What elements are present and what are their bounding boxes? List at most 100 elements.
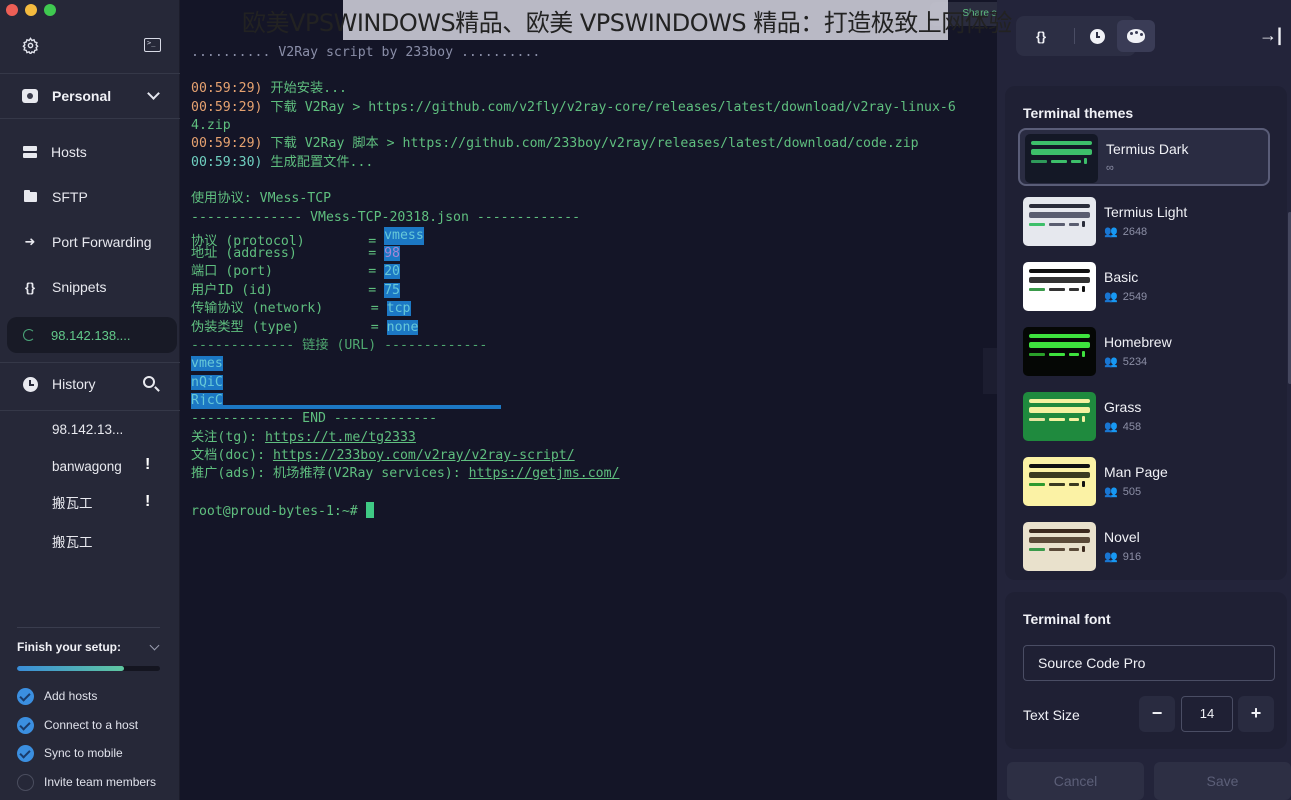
gear-icon[interactable] <box>22 37 39 54</box>
minimize-window-button[interactable] <box>25 4 37 16</box>
sidebar-item-hosts[interactable]: Hosts <box>0 140 180 164</box>
terminal-line: ------------- END ------------- <box>191 411 438 426</box>
clock-icon <box>1089 28 1105 44</box>
log-text: 4.zip <box>191 118 231 133</box>
font-card: Terminal font Source Code Pro Text Size … <box>1005 592 1287 749</box>
link-line: 文档(doc): https://233boy.com/v2ray/v2ray-… <box>191 447 575 465</box>
folder-icon <box>24 190 37 202</box>
terminal-output[interactable]: Share session .......... V2Ray script by… <box>180 0 1058 800</box>
timestamp: 00:59:30) <box>191 155 263 170</box>
debian-icon <box>23 329 35 341</box>
history-item[interactable]: 98.142.13... <box>52 420 172 440</box>
terminal-line: -------------- VMess-TCP-20318.json ----… <box>191 210 581 225</box>
setup-item[interactable]: Sync to mobile <box>17 744 123 762</box>
new-terminal-icon[interactable]: >_ <box>144 38 161 52</box>
theme-option[interactable]: Termius Light 👥 2648 <box>1018 193 1270 251</box>
config-line: 地址 (address) = 98 <box>191 245 400 263</box>
theme-user-count: ∞ <box>1106 162 1114 174</box>
theme-option[interactable]: Basic 👥 2549 <box>1018 258 1270 316</box>
config-line: 传输协议 (network) = tcp <box>191 300 411 318</box>
theme-preview <box>1023 457 1096 506</box>
config-key: 端口 (port) = <box>191 264 385 279</box>
setup-item[interactable]: Connect to a host <box>17 716 138 734</box>
palette-icon <box>1127 29 1145 43</box>
theme-name: Novel <box>1104 529 1140 545</box>
snippets-icon: {} <box>1035 28 1047 44</box>
theme-option[interactable]: Man Page 👥 505 <box>1018 453 1270 511</box>
vault-selector[interactable]: Personal <box>0 84 180 108</box>
active-session-tab[interactable]: 98.142.138.... <box>7 317 177 353</box>
terminal-cursor <box>365 502 374 518</box>
theme-option[interactable]: Termius Dark ∞ <box>1018 128 1270 186</box>
url-fragment: nQiC <box>191 375 223 390</box>
theme-preview <box>1023 392 1096 441</box>
terminal-line: .......... V2Ray script by 233boy ......… <box>191 44 540 62</box>
config-value: 98 <box>384 246 400 261</box>
timestamp: 00:59:29) <box>191 100 263 115</box>
link-url[interactable]: https://t.me/tg2333 <box>265 430 416 445</box>
close-window-button[interactable] <box>6 4 18 16</box>
panel-tabs: {} <box>1016 16 1155 56</box>
divider <box>0 362 180 363</box>
shell-prompt: root@proud-bytes-1:~# <box>191 504 366 519</box>
link-line: 推广(ads): 机场推荐(V2Ray services): https://g… <box>191 465 619 483</box>
tab-themes[interactable] <box>1117 20 1155 52</box>
search-icon[interactable] <box>143 376 155 388</box>
log-text: 生成配置文件... <box>262 155 374 170</box>
theme-user-count: 2648 <box>1122 225 1148 238</box>
theme-preview <box>1023 197 1096 246</box>
snippets-icon: {} <box>24 279 36 295</box>
history-item[interactable]: 搬瓦工 <box>52 494 172 514</box>
theme-users: 👥 2648 <box>1104 225 1148 239</box>
save-button[interactable]: Save <box>1154 762 1291 800</box>
users-icon: 👥 <box>1104 226 1118 238</box>
maximize-window-button[interactable] <box>44 4 56 16</box>
terminal-scrollbar[interactable] <box>983 348 997 394</box>
tab-history[interactable] <box>1080 20 1114 52</box>
config-line: 协议 (protocol) = vmess <box>191 227 425 249</box>
setup-progress-bar <box>17 666 160 671</box>
collapse-panel-icon[interactable]: →| <box>1259 26 1282 44</box>
url-fragment: vmes <box>191 356 223 371</box>
warning-icon: ! <box>145 456 151 473</box>
cancel-button[interactable]: Cancel <box>1007 762 1144 800</box>
clock-icon <box>23 376 38 392</box>
config-value: none <box>386 320 419 335</box>
theme-option[interactable]: Homebrew 👥 5234 <box>1018 323 1270 381</box>
nav-label: Port Forwarding <box>52 234 152 250</box>
log-text: 开始安装... <box>262 81 347 96</box>
sidebar-item-sftp[interactable]: SFTP <box>0 185 180 209</box>
log-text: 下载 V2Ray 脚本 > https://github.com/233boy/… <box>262 136 919 151</box>
terminal-line: 00:59:29) 开始安装... <box>191 80 347 98</box>
theme-option[interactable]: Novel 👥 916 <box>1018 518 1270 576</box>
config-key: 伪装类型 (type) = <box>191 320 387 335</box>
theme-name: Basic <box>1104 269 1139 285</box>
divider <box>0 410 180 411</box>
chevron-down-icon[interactable] <box>149 640 160 651</box>
history-item[interactable]: banwagong <box>52 457 172 477</box>
prompt-line[interactable]: root@proud-bytes-1:~# <box>191 502 374 520</box>
decrease-size-button[interactable]: − <box>1139 696 1175 732</box>
increase-size-button[interactable]: + <box>1238 696 1274 732</box>
link-url[interactable]: https://getjms.com/ <box>469 466 620 481</box>
link-prefix: 关注(tg): <box>191 430 266 445</box>
setup-item[interactable]: Invite team members <box>17 773 156 791</box>
text-size-input[interactable]: 14 <box>1181 696 1233 732</box>
theme-option[interactable]: Grass 👥 458 <box>1018 388 1270 446</box>
font-select[interactable]: Source Code Pro <box>1023 645 1275 681</box>
vault-icon <box>22 89 38 103</box>
tab-snippets[interactable]: {} <box>1024 20 1058 52</box>
theme-name: Homebrew <box>1104 334 1172 350</box>
theme-preview <box>1023 522 1096 571</box>
sidebar-item-port-forwarding[interactable]: ➜ Port Forwarding <box>0 230 180 254</box>
config-line: 用户ID (id) = 75 <box>191 282 400 300</box>
log-text: 下载 V2Ray > https://github.com/v2fly/v2ra… <box>262 100 956 115</box>
setup-item[interactable]: Add hosts <box>17 687 97 705</box>
link-prefix: 推广(ads): <box>191 466 273 481</box>
theme-user-count: 505 <box>1122 485 1142 498</box>
history-item[interactable]: 搬瓦工 <box>52 533 172 553</box>
users-icon: 👥 <box>1104 421 1118 433</box>
sidebar-item-snippets[interactable]: {} Snippets <box>0 275 180 299</box>
theme-preview <box>1023 262 1096 311</box>
link-url[interactable]: https://233boy.com/v2ray/v2ray-script/ <box>273 448 575 463</box>
